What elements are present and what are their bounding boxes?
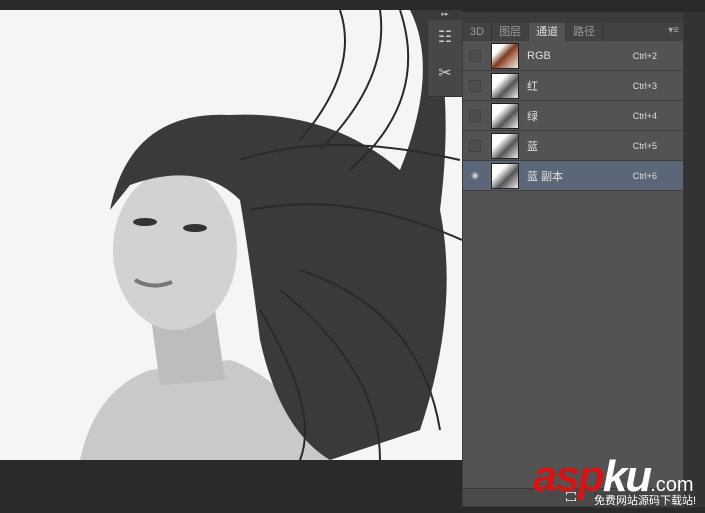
channel-thumbnail bbox=[491, 42, 519, 69]
channel-row-blue-copy[interactable]: ◉ 蓝 副本 Ctrl+6 bbox=[463, 161, 683, 191]
tools-icon[interactable]: ✂ bbox=[431, 59, 459, 89]
eye-icon[interactable]: ◉ bbox=[469, 170, 481, 182]
channel-row-green[interactable]: 绿 Ctrl+4 bbox=[463, 101, 683, 131]
channel-shortcut: Ctrl+4 bbox=[632, 110, 657, 121]
channel-shortcut: Ctrl+3 bbox=[632, 80, 657, 91]
tab-channels[interactable]: 通道 bbox=[529, 23, 567, 41]
channel-mixer-icon[interactable]: ☷ bbox=[431, 23, 459, 53]
channel-thumbnail bbox=[491, 132, 519, 159]
channel-row-red[interactable]: 红 Ctrl+3 bbox=[463, 71, 683, 101]
panel-header bbox=[463, 13, 683, 23]
channel-shortcut: Ctrl+5 bbox=[632, 140, 657, 151]
visibility-toggle[interactable] bbox=[469, 49, 481, 62]
channel-row-blue[interactable]: 蓝 Ctrl+5 bbox=[463, 131, 683, 161]
document-canvas[interactable] bbox=[0, 10, 462, 460]
channel-shortcut: Ctrl+6 bbox=[632, 170, 657, 181]
channel-thumbnail bbox=[491, 102, 519, 129]
channel-thumbnail bbox=[491, 72, 519, 99]
channel-row-rgb[interactable]: RGB Ctrl+2 bbox=[463, 41, 683, 71]
channel-name: 蓝 副本 bbox=[527, 170, 564, 183]
panel-dock-gutter bbox=[684, 12, 705, 507]
channels-panel: 3D 图层 通道 路径 ▾≡ RGB Ctrl+2 红 Ctrl+3 绿 Ctr… bbox=[462, 12, 684, 507]
channel-name: 红 bbox=[527, 80, 538, 93]
visibility-toggle[interactable] bbox=[469, 79, 481, 92]
channel-name: RGB bbox=[527, 49, 551, 62]
panel-menu-icon[interactable]: ▾≡ bbox=[668, 25, 679, 36]
channel-thumbnail bbox=[491, 162, 519, 189]
tool-strip: ☷ ✂ bbox=[427, 10, 463, 97]
watermark-tagline: 免费网站源码下载站! bbox=[594, 492, 697, 508]
grayscale-portrait-image bbox=[0, 10, 462, 460]
visibility-toggle[interactable] bbox=[469, 109, 481, 122]
panel-tabs: 3D 图层 通道 路径 ▾≡ bbox=[463, 23, 683, 41]
collapse-panels-button[interactable]: ▸▸ bbox=[427, 10, 463, 20]
channel-name: 蓝 bbox=[527, 140, 538, 153]
tab-layers[interactable]: 图层 bbox=[492, 23, 530, 41]
channel-name: 绿 bbox=[527, 110, 538, 123]
visibility-toggle[interactable] bbox=[469, 139, 481, 152]
channel-shortcut: Ctrl+2 bbox=[632, 50, 657, 61]
tab-paths[interactable]: 路径 bbox=[566, 23, 604, 41]
tab-3d[interactable]: 3D bbox=[463, 23, 493, 41]
